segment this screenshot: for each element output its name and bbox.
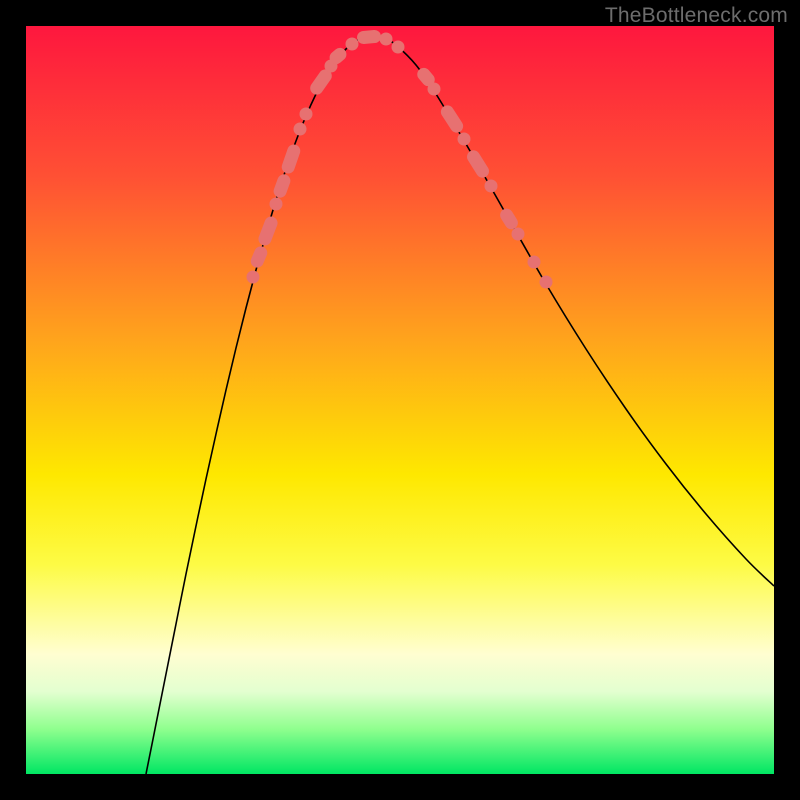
watermark-text: TheBottleneck.com [605,4,788,28]
bottleneck-plot [26,26,774,774]
chart-frame [26,26,774,774]
data-marker [300,108,313,121]
data-marker [257,215,280,248]
data-marker [428,83,441,96]
data-marker [346,38,359,51]
data-marker [528,256,541,269]
data-marker [438,103,465,135]
data-marker [465,148,492,180]
data-marker [458,133,471,146]
data-marker [380,33,393,46]
data-marker [247,271,260,284]
data-marker [294,123,307,136]
data-marker [270,198,283,211]
data-marker [392,41,405,54]
data-marker [540,276,553,289]
data-marker [512,228,525,241]
data-marker [356,29,381,44]
curve-path [146,36,774,774]
data-marker [272,173,292,200]
data-marker [485,180,498,193]
data-marker [249,244,270,269]
data-marker [280,143,302,176]
